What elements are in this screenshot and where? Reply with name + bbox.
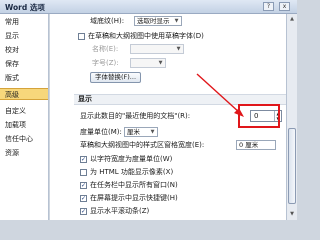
help-button[interactable]: ? xyxy=(263,2,274,11)
window-title: Word 选项 xyxy=(5,3,45,12)
shortcut-tooltips-label: 在屏幕提示中显示快捷键(H) xyxy=(90,194,178,202)
style-area-value: 0 厘米 xyxy=(239,141,259,149)
sidebar-item-advanced[interactable]: 高级 xyxy=(0,88,48,100)
highlight-annotation-box xyxy=(238,104,280,128)
taskbar-windows-label: 在任务栏中显示所有窗口(N) xyxy=(90,181,178,189)
horizontal-scrollbar-label: 显示水平滚动条(Z) xyxy=(90,207,150,215)
close-button[interactable]: x xyxy=(279,2,290,11)
sidebar-item-customize[interactable]: 自定义 xyxy=(0,105,48,117)
style-area-input[interactable]: 0 厘米 xyxy=(236,140,276,150)
sidebar-item-addins[interactable]: 加载项 xyxy=(0,119,48,131)
sidebar-item-popular[interactable]: 常用 xyxy=(0,16,48,28)
html-pixels-checkbox[interactable] xyxy=(80,169,87,176)
sidebar-item-resources[interactable]: 资源 xyxy=(0,147,48,159)
vertical-scrollbar[interactable]: ▲ ▼ xyxy=(286,14,297,220)
style-area-label: 草稿和大纲视图中的样式区窗格宽度(E): xyxy=(80,141,205,149)
char-width-label: 以字符宽度为度量单位(W) xyxy=(90,155,173,163)
scroll-up-icon[interactable]: ▲ xyxy=(288,15,296,23)
html-pixels-label: 为 HTML 功能显示像素(X) xyxy=(90,168,174,176)
sidebar-item-save[interactable]: 保存 xyxy=(0,58,48,70)
scroll-down-icon[interactable]: ▼ xyxy=(288,210,296,218)
sidebar-item-display[interactable]: 显示 xyxy=(0,30,48,42)
horizontal-scrollbar-checkbox[interactable]: ✓ xyxy=(80,208,87,215)
char-width-checkbox[interactable]: ✓ xyxy=(80,156,87,163)
options-sidebar: 常用 显示 校对 保存 版式 高级 自定义 加载项 信任中心 资源 xyxy=(0,14,49,220)
sidebar-item-proofing[interactable]: 校对 xyxy=(0,44,48,56)
scrollbar-thumb[interactable] xyxy=(288,128,296,204)
sidebar-item-layout[interactable]: 版式 xyxy=(0,72,48,84)
shortcut-tooltips-checkbox[interactable]: ✓ xyxy=(80,195,87,202)
advanced-options-panel: 域底纹(H): 选取时显示 ▼ 在草稿和大纲视图中使用草稿字体(D) 名称(E)… xyxy=(50,14,286,220)
title-bar: Word 选项 ? x xyxy=(0,0,297,14)
taskbar-windows-checkbox[interactable]: ✓ xyxy=(80,182,87,189)
sidebar-item-trust-center[interactable]: 信任中心 xyxy=(0,133,48,145)
